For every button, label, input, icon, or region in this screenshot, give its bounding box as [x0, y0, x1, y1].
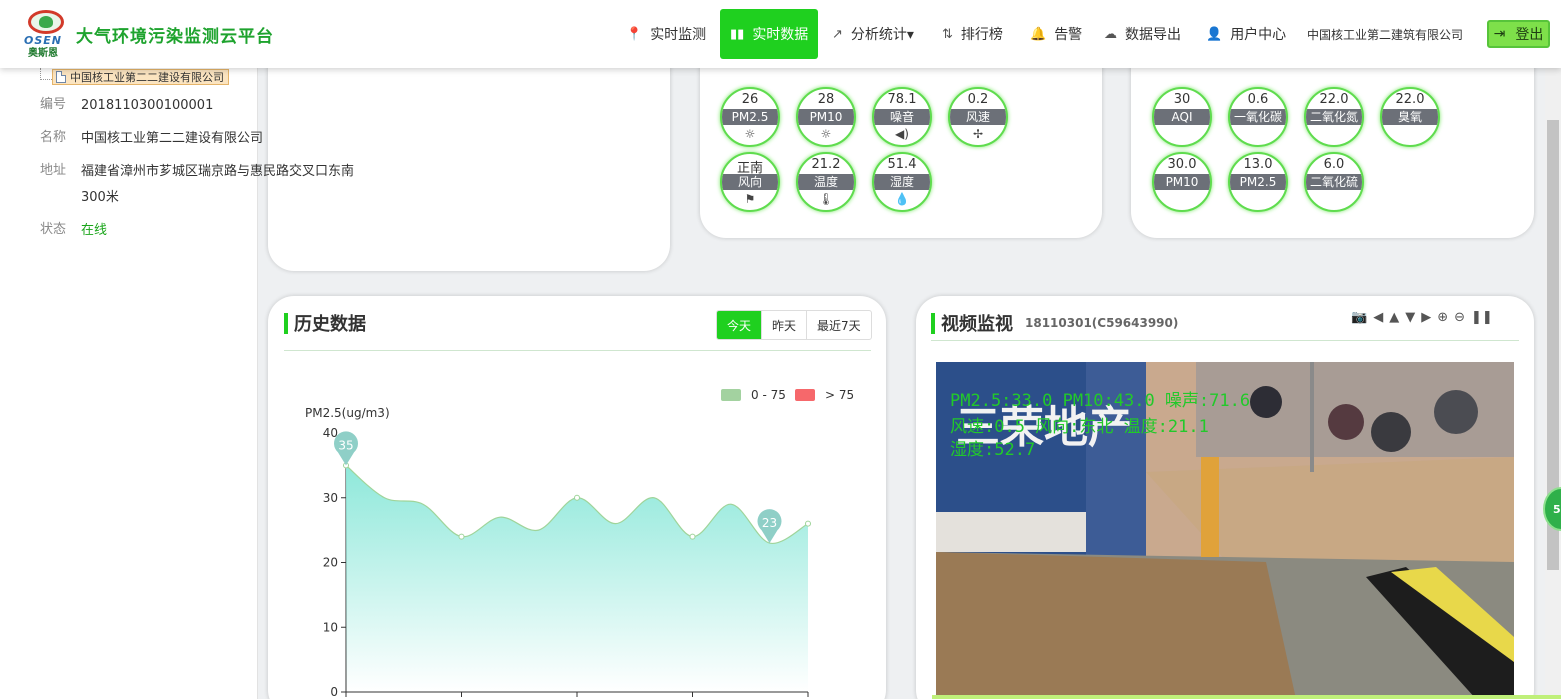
data-point	[689, 533, 696, 540]
logout-button[interactable]: ⇥ 登出	[1487, 20, 1550, 48]
section-accent-bar	[931, 312, 935, 334]
camera-icon[interactable]: 📷	[1351, 310, 1367, 325]
camera-id: 18110301(C59643990)	[1025, 316, 1179, 330]
logo-emblem-icon	[28, 10, 64, 34]
bar-chart-icon: ▮▮	[730, 26, 745, 42]
data-point	[574, 494, 580, 501]
logo-text-cn: 奥斯恩	[28, 48, 58, 59]
nav-user-center[interactable]: 👤 用户中心	[1206, 9, 1286, 59]
nav-ranking[interactable]: ⇅ 排行榜	[942, 9, 1003, 59]
platform-title: 大气环境污染监测云平台	[76, 27, 274, 47]
bottom-progress-strip	[932, 695, 1561, 699]
nav-realtime-data[interactable]: ▮▮ 实时数据	[720, 9, 819, 59]
line-chart-icon: ↗	[832, 26, 843, 42]
nav-analysis[interactable]: ↗ 分析统计▾	[832, 9, 914, 59]
marker-label: 35	[338, 438, 353, 452]
video-header: 视频监视 18110301(C59643990)	[931, 310, 1178, 336]
divider	[931, 340, 1519, 341]
top-navbar: OSEN 奥斯恩 大气环境污染监测云平台 📍 实时监测 ▮▮ 实时数据 ↗ 分析统计▾…	[0, 0, 1561, 68]
zoom-out-icon[interactable]: ⊖	[1454, 310, 1465, 325]
video-feed[interactable]: 三荣地产 PM2.5:33.0 PM10:43.0 噪声:71.6 风速:0.5…	[936, 362, 1514, 699]
video-overlay-line2: 风速:0.5 风向:东北 温度:21.1	[950, 417, 1209, 437]
brand-logo[interactable]: OSEN 奥斯恩	[24, 10, 68, 59]
zoom-in-icon[interactable]: ⊕	[1437, 310, 1448, 325]
sort-icon: ⇅	[942, 26, 953, 42]
arrow-left-icon[interactable]: ◀	[1373, 310, 1383, 325]
video-title: 视频监视	[941, 314, 1013, 335]
data-point	[805, 520, 811, 527]
y-tick-label: 10	[323, 620, 338, 634]
map-marker-icon: 📍	[626, 26, 643, 42]
y-axis-label: PM2.5(ug/m3)	[305, 406, 390, 420]
nav-realtime-monitor[interactable]: 📍 实时监测	[626, 9, 706, 59]
current-company: 中国核工业第二建筑有限公司	[1307, 28, 1464, 42]
nav-alarm[interactable]: 🔔 告警	[1030, 9, 1082, 59]
pause-icon[interactable]: ❚❚	[1471, 310, 1493, 325]
video-controls: 📷 ◀ ▲ ▼ ▶ ⊕ ⊖ ❚❚	[1351, 310, 1493, 325]
nav-data-export[interactable]: ☁ 数据导出	[1104, 9, 1181, 59]
y-tick-label: 0	[330, 685, 338, 699]
sign-out-icon: ⇥	[1493, 26, 1506, 42]
arrow-down-icon[interactable]: ▼	[1405, 310, 1415, 325]
cloud-download-icon: ☁	[1104, 26, 1117, 42]
user-icon: 👤	[1206, 26, 1223, 42]
video-overlay-line1: PM2.5:33.0 PM10:43.0 噪声:71.6	[950, 391, 1251, 411]
y-tick-label: 20	[323, 556, 338, 570]
marker-label: 23	[762, 516, 777, 530]
arrow-right-icon[interactable]: ▶	[1421, 310, 1431, 325]
bell-icon: 🔔	[1030, 26, 1047, 42]
arrow-up-icon[interactable]: ▲	[1389, 310, 1399, 325]
y-tick-label: 30	[323, 491, 338, 505]
video-overlay-line3: 湿度:52.7	[950, 440, 1036, 460]
data-point	[458, 533, 465, 540]
